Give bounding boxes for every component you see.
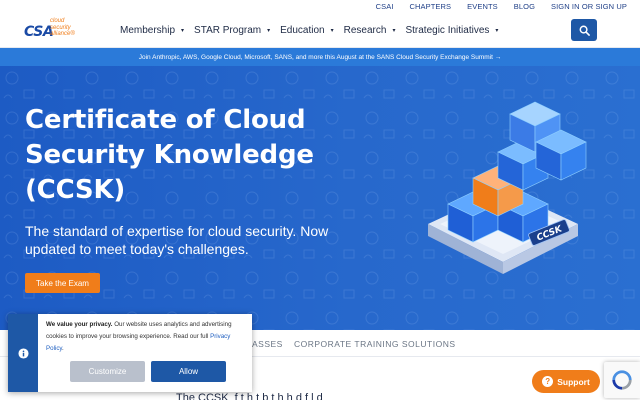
nav-item-star-program[interactable]: STAR Program ▾	[194, 25, 270, 36]
intro-text-partial: The CCSK ‌ f t h t b t h h d f l d	[176, 392, 323, 400]
question-icon: ?	[542, 376, 554, 387]
recaptcha-badge[interactable]	[604, 362, 640, 398]
announcement-bar[interactable]: Join Anthropic, AWS, Google Cloud, Micro…	[0, 48, 640, 66]
support-label: Support	[557, 376, 590, 387]
tab-corporate-training-solutions[interactable]: CORPORATE TRAINING SOLUTIONS	[294, 339, 456, 349]
utility-bar: CSAI CHAPTERS EVENTS BLOG SIGN IN OR SIG…	[0, 0, 640, 14]
chevron-down-icon: ▾	[181, 28, 185, 34]
hero-title: Certificate of Cloud Security Knowledge …	[25, 105, 314, 205]
announcement-text[interactable]: Join Anthropic, AWS, Google Cloud, Micro…	[139, 54, 501, 61]
recaptcha-icon	[612, 370, 632, 390]
chevron-down-icon: ▾	[392, 28, 396, 34]
hero-section: Certificate of Cloud Security Knowledge …	[0, 66, 640, 330]
nav-item-research[interactable]: Research ▾	[344, 25, 396, 36]
utility-link-blog[interactable]: BLOG	[514, 2, 535, 11]
privacy-period: .	[62, 345, 64, 352]
utility-link-chapters[interactable]: CHAPTERS	[410, 2, 452, 11]
nav-item-education[interactable]: Education ▾	[280, 25, 334, 36]
nav-item-label: Strategic Initiatives	[405, 25, 490, 36]
privacy-consent-popup: We value your privacy. Our website uses …	[8, 314, 252, 392]
cookie-icon[interactable]	[17, 348, 29, 359]
search-button[interactable]	[571, 19, 597, 41]
main-nav: CSA cloud security alliance® Membership …	[0, 14, 640, 48]
privacy-heading: We value your privacy.	[46, 321, 113, 328]
csa-logo[interactable]: CSA cloud security alliance®	[24, 18, 94, 44]
support-button[interactable]: ? Support	[532, 370, 600, 393]
utility-links: CSAI CHAPTERS EVENTS BLOG SIGN IN OR SIG…	[376, 2, 627, 11]
tab-classes[interactable]: ASSES	[252, 339, 283, 349]
nav-item-label: Research	[343, 25, 387, 36]
customize-button[interactable]: Customize	[70, 361, 145, 382]
nav-item-membership[interactable]: Membership ▾	[120, 25, 184, 36]
ccsk-cube-illustration: CCSK	[428, 101, 587, 274]
search-icon	[579, 25, 590, 36]
hero-subtitle: The standard of expertise for cloud secu…	[25, 223, 329, 257]
nav-item-label: Membership	[120, 25, 176, 36]
nav-item-strategic-initiatives[interactable]: Strategic Initiatives ▾	[405, 25, 498, 36]
utility-link-events[interactable]: EVENTS	[467, 2, 498, 11]
nav-item-label: STAR Program	[194, 25, 262, 36]
nav-menu: Membership ▾ STAR Program ▾ Education ▾ …	[120, 25, 508, 36]
chevron-down-icon: ▾	[267, 28, 271, 34]
nav-item-label: Education	[280, 25, 325, 36]
allow-button[interactable]: Allow	[151, 361, 226, 382]
logo-mark: CSA	[24, 24, 54, 40]
utility-link-sign-in[interactable]: SIGN IN OR SIGN UP	[551, 2, 627, 11]
privacy-side-panel	[8, 314, 38, 392]
chevron-down-icon: ▾	[495, 28, 499, 34]
chevron-down-icon: ▾	[330, 28, 334, 34]
logo-tagline: cloud security alliance®	[50, 18, 75, 38]
privacy-text: We value your privacy. Our website uses …	[46, 319, 246, 355]
take-exam-button[interactable]: Take the Exam	[25, 273, 100, 293]
utility-link-csai[interactable]: CSAI	[376, 2, 394, 11]
